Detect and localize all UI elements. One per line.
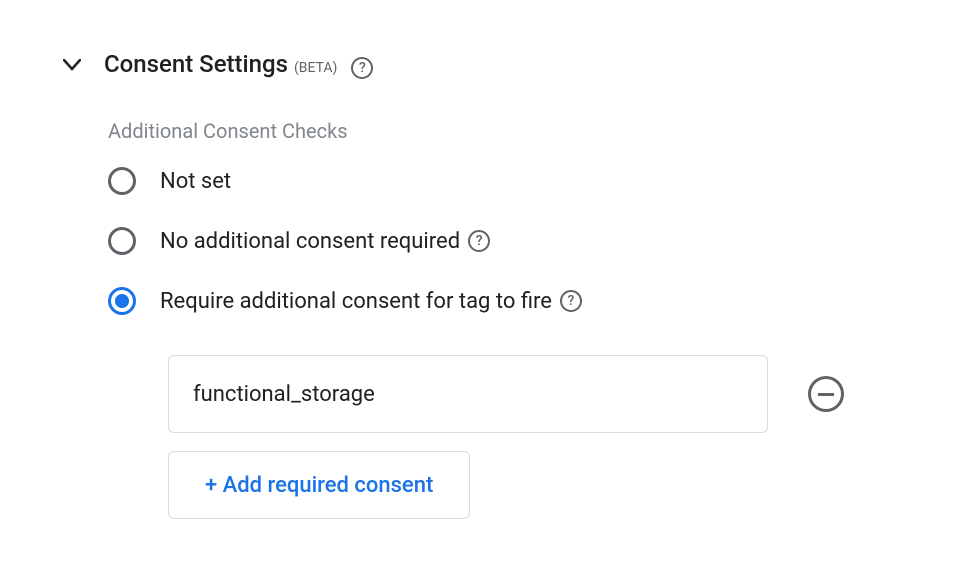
radio-option-require-additional[interactable]: Require additional consent for tag to fi… — [108, 287, 908, 315]
section-title: Consent Settings (BETA) ? — [104, 50, 373, 79]
section-content: Additional Consent Checks Not set No add… — [60, 119, 908, 519]
beta-label: (BETA) — [294, 60, 337, 76]
chevron-down-icon[interactable] — [60, 53, 84, 77]
radio-label: Not set — [160, 169, 231, 194]
section-title-text: Consent Settings — [104, 50, 288, 78]
radio-group: Not set No additional consent required ?… — [108, 167, 908, 315]
consent-type-input[interactable] — [168, 355, 768, 433]
section-header: Consent Settings (BETA) ? — [60, 50, 908, 79]
radio-label: Require additional consent for tag to fi… — [160, 289, 582, 314]
radio-circle-selected[interactable] — [108, 287, 136, 315]
remove-consent-button[interactable] — [808, 376, 844, 412]
radio-label-text: No additional consent required — [160, 229, 460, 254]
consent-inputs: + Add required consent — [108, 355, 908, 519]
radio-label-text: Not set — [160, 169, 231, 194]
radio-label: No additional consent required ? — [160, 229, 490, 254]
add-consent-button[interactable]: + Add required consent — [168, 451, 470, 519]
radio-option-not-set[interactable]: Not set — [108, 167, 908, 195]
help-icon[interactable]: ? — [468, 230, 490, 252]
radio-label-text: Require additional consent for tag to fi… — [160, 289, 552, 314]
radio-circle[interactable] — [108, 167, 136, 195]
help-icon[interactable]: ? — [351, 57, 373, 79]
radio-circle[interactable] — [108, 227, 136, 255]
subsection-label: Additional Consent Checks — [108, 119, 908, 143]
help-icon[interactable]: ? — [560, 290, 582, 312]
radio-option-no-additional[interactable]: No additional consent required ? — [108, 227, 908, 255]
consent-input-row — [168, 355, 908, 433]
